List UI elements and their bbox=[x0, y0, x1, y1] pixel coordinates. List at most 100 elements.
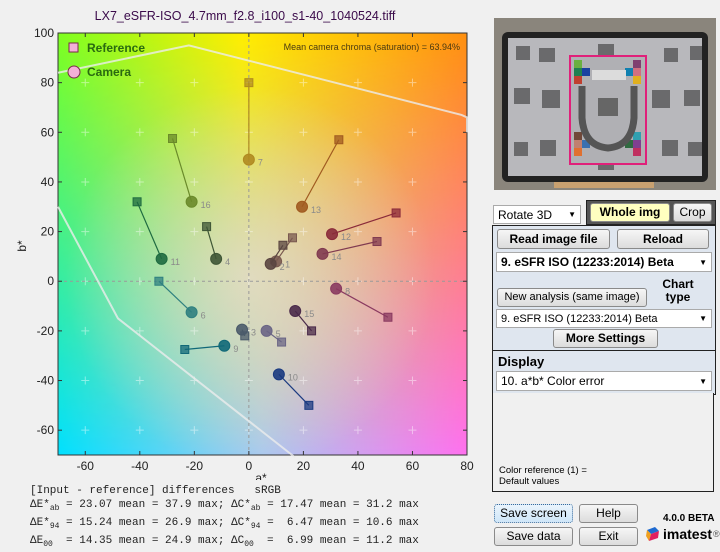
chart-thumbnail-svg bbox=[494, 18, 716, 190]
patch-label: 8 bbox=[345, 287, 350, 297]
camera-marker bbox=[272, 368, 285, 381]
camera-marker bbox=[264, 257, 277, 270]
version-label: 4.0.0 BETA bbox=[663, 513, 715, 524]
rotate-3d-select[interactable]: Rotate 3D ▼ bbox=[493, 205, 581, 224]
color-reference-line2: Default values bbox=[499, 476, 560, 487]
patch-label: 16 bbox=[201, 200, 211, 210]
registered-mark: ® bbox=[713, 529, 720, 539]
reference-marker bbox=[278, 240, 288, 250]
camera-marker bbox=[210, 252, 223, 265]
chart-type-label: Chart type bbox=[650, 278, 706, 304]
camera-marker bbox=[185, 306, 198, 319]
y-tick-label: -40 bbox=[37, 374, 55, 388]
patch-label: 15 bbox=[304, 309, 314, 319]
reference-marker bbox=[372, 237, 382, 247]
patch-label: 14 bbox=[331, 252, 341, 262]
patch-label: 12 bbox=[341, 232, 351, 242]
exit-button[interactable]: Exit bbox=[579, 527, 638, 546]
patch-label: 10 bbox=[288, 372, 298, 382]
camera-marker bbox=[330, 282, 343, 295]
patch-label: 7 bbox=[258, 158, 263, 168]
x-tick-label: -60 bbox=[77, 459, 95, 473]
chart-select-bottom-value: 9. eSFR ISO (12233:2014) Beta bbox=[501, 313, 658, 325]
color-difference-stats: [Input - reference] differences sRGB ΔE*a… bbox=[30, 484, 419, 552]
camera-marker bbox=[316, 247, 329, 260]
y-tick-label: 60 bbox=[41, 125, 55, 139]
stats-line: ΔE*94 = 15.24 mean = 26.9 max; ΔC*94 = 6… bbox=[30, 517, 419, 531]
patch-label: 13 bbox=[311, 205, 321, 215]
patch-label: 11 bbox=[171, 257, 180, 267]
x-tick-label: -20 bbox=[186, 459, 204, 473]
chart-type-label-line2: type bbox=[665, 290, 691, 304]
camera-marker bbox=[218, 339, 231, 352]
reference-marker bbox=[132, 197, 142, 207]
mean-chroma-annotation: Mean camera chroma (saturation) = 63.94% bbox=[284, 42, 460, 52]
chart-select-bottom[interactable]: 9. eSFR ISO (12233:2014) Beta ▼ bbox=[496, 309, 712, 328]
camera-marker bbox=[155, 252, 168, 265]
patch-label: 9 bbox=[233, 344, 238, 354]
display-select[interactable]: 10. a*b* Color error ▼ bbox=[496, 371, 712, 391]
display-label: Display bbox=[498, 354, 545, 369]
new-analysis-button[interactable]: New analysis (same image) bbox=[497, 288, 647, 307]
help-button[interactable]: Help bbox=[579, 504, 638, 523]
crop-button[interactable]: Crop bbox=[673, 203, 712, 222]
reference-marker bbox=[304, 400, 314, 410]
whole-img-button[interactable]: Whole img bbox=[590, 203, 670, 222]
reference-marker bbox=[202, 222, 212, 232]
camera-marker bbox=[326, 228, 339, 241]
camera-marker bbox=[296, 200, 309, 213]
reference-marker bbox=[277, 337, 287, 347]
x-tick-label: 0 bbox=[246, 459, 253, 473]
x-tick-label: 40 bbox=[351, 459, 365, 473]
y-tick-label: 0 bbox=[47, 274, 54, 288]
chart-select-top[interactable]: 9. eSFR ISO (12233:2014) Beta ▼ bbox=[496, 252, 712, 272]
x-tick-label: 80 bbox=[460, 459, 474, 473]
reference-marker bbox=[287, 233, 297, 243]
y-tick-label: 40 bbox=[41, 175, 55, 189]
x-tick-label: -40 bbox=[131, 459, 149, 473]
image-thumbnail[interactable] bbox=[494, 18, 716, 190]
legend-camera-label: Camera bbox=[87, 65, 131, 79]
patch-label: 2 bbox=[280, 262, 285, 272]
chevron-down-icon: ▼ bbox=[699, 258, 707, 267]
rotate-3d-value: Rotate 3D bbox=[498, 208, 553, 222]
patch-label: 1 bbox=[285, 259, 290, 269]
color-reference-line1: Color reference (1) = bbox=[499, 465, 587, 476]
legend-camera-marker bbox=[67, 65, 81, 79]
camera-marker bbox=[242, 153, 255, 166]
ab-color-error-chart: -60 -40 -20 0 20 40 60 80-60-40-20020406080100 … bbox=[15, 26, 474, 480]
x-tick-label: 60 bbox=[406, 459, 420, 473]
reload-button[interactable]: Reload bbox=[617, 229, 709, 249]
y-tick-label: -20 bbox=[37, 324, 55, 338]
reference-marker bbox=[154, 276, 164, 286]
patch-label: 4 bbox=[225, 257, 230, 267]
reference-marker bbox=[391, 208, 401, 218]
stats-line: ΔE00 = 14.35 mean = 24.9 max; ΔC00 = 6.9… bbox=[30, 535, 419, 549]
chevron-down-icon: ▼ bbox=[568, 210, 576, 219]
imatest-logo-icon bbox=[646, 527, 659, 541]
y-tick-label: 20 bbox=[41, 225, 55, 239]
stats-header: [Input - reference] differences sRGB bbox=[30, 485, 281, 497]
legend-reference-marker bbox=[68, 42, 79, 53]
y-tick-label: 80 bbox=[41, 76, 55, 90]
plot-background bbox=[57, 32, 468, 456]
read-image-file-button[interactable]: Read image file bbox=[497, 229, 610, 249]
x-axis-label: a* bbox=[255, 471, 267, 480]
patch-label: 6 bbox=[201, 310, 206, 320]
imatest-logo: imatest ® bbox=[645, 526, 720, 542]
stats-line: ΔE*ab = 23.07 mean = 37.9 max; ΔC*ab = 1… bbox=[30, 499, 419, 513]
more-settings-button[interactable]: More Settings bbox=[553, 329, 658, 348]
save-screen-button[interactable]: Save screen bbox=[494, 504, 573, 523]
color-reference-info: Color reference (1) = Default values bbox=[499, 465, 587, 487]
camera-marker bbox=[260, 324, 273, 337]
chevron-down-icon: ▼ bbox=[699, 314, 707, 323]
camera-marker bbox=[236, 323, 249, 336]
camera-marker bbox=[289, 305, 302, 318]
camera-marker bbox=[185, 195, 198, 208]
y-tick-label: -60 bbox=[37, 423, 55, 437]
display-select-value: 10. a*b* Color error bbox=[501, 374, 605, 388]
x-tick-label: 20 bbox=[297, 459, 311, 473]
legend-reference-label: Reference bbox=[87, 41, 145, 55]
reference-marker bbox=[180, 345, 190, 354]
save-data-button[interactable]: Save data bbox=[494, 527, 573, 546]
